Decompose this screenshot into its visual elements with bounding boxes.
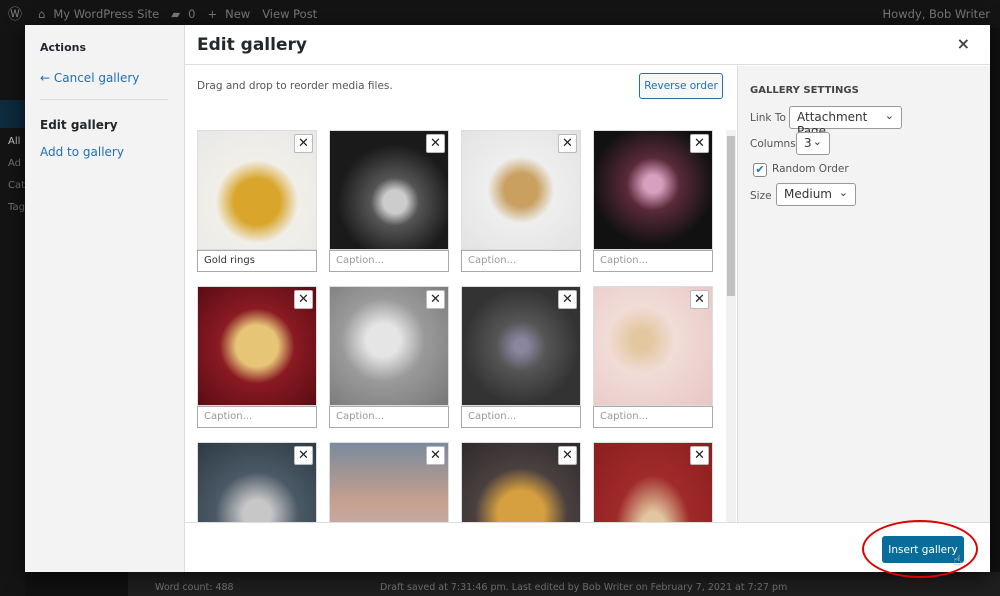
caption-input[interactable]: Caption... [461,250,581,272]
gallery-item[interactable]: ✕ Caption... [197,286,317,430]
link-to-select[interactable]: Attachment Page ⌄ [789,106,902,138]
random-order-label[interactable]: Random Order [772,163,849,175]
caption-input[interactable]: Gold rings [197,250,317,272]
remove-icon[interactable]: ✕ [690,290,709,309]
menu-separator [40,99,168,100]
caption-input[interactable]: Caption... [593,250,713,272]
menu-item[interactable]: Ad [8,158,21,169]
remove-icon[interactable]: ✕ [294,290,313,309]
gallery-item[interactable]: ✕ Gold rings [197,130,317,274]
view-post-link[interactable]: View Post [262,7,317,21]
gallery-item[interactable]: ✕ Caption... [329,286,449,430]
chevron-down-icon: ⌄ [884,109,894,122]
remove-icon[interactable]: ✕ [558,134,577,153]
gallery-item[interactable]: ✕ Caption... [329,442,449,522]
gallery-item[interactable]: ✕ Caption... [461,442,581,522]
caption-input[interactable]: Caption... [329,406,449,428]
comment-icon[interactable]: ▰ [171,7,180,21]
gallery-item[interactable]: ✕ Caption... [329,130,449,274]
menu-item[interactable]: Cat [8,180,25,191]
home-icon: ⌂ [38,7,46,21]
site-link[interactable]: My WordPress Site [53,7,159,21]
size-value: Medium [784,187,832,201]
gallery-item[interactable]: ✕ Caption... [593,286,713,430]
modal-menu: Actions ← Cancel gallery Edit gallery Ad… [25,25,185,572]
edit-gallery-menu-item[interactable]: Edit gallery [40,118,118,132]
page-title: Edit gallery [197,35,307,55]
caption-input[interactable]: Caption... [593,406,713,428]
remove-icon[interactable]: ✕ [690,134,709,153]
menu-item[interactable]: All [8,136,20,147]
highlight-ring [862,520,978,578]
admin-bar: Ⓦ ⌂ My WordPress Site ▰ 0 + New View Pos… [0,0,1000,28]
remove-icon[interactable]: ✕ [558,446,577,465]
gallery-item[interactable]: ✕ Caption... [197,442,317,522]
settings-heading: GALLERY SETTINGS [750,85,859,96]
actions-heading: Actions [40,41,86,54]
columns-value: 3 [804,136,812,150]
chevron-down-icon: ⌄ [812,135,822,148]
gallery-settings-panel: GALLERY SETTINGS Link To Attachment Page… [737,66,990,522]
size-label: Size [750,190,772,202]
remove-icon[interactable]: ✕ [294,446,313,465]
caption-input[interactable]: Caption... [197,406,317,428]
remove-icon[interactable]: ✕ [690,446,709,465]
remove-icon[interactable]: ✕ [558,290,577,309]
menu-item[interactable]: Tag [8,202,25,213]
hand-cursor-icon: ☝ [953,553,962,569]
wordpress-logo-icon[interactable]: Ⓦ [8,4,22,24]
modal-title-bar: Edit gallery × [185,25,990,65]
remove-icon[interactable]: ✕ [426,446,445,465]
add-to-gallery-link[interactable]: Add to gallery [40,145,124,159]
gallery-item[interactable]: ✕ Caption... [461,286,581,430]
caption-input[interactable]: Caption... [461,406,581,428]
cancel-gallery-link[interactable]: ← Cancel gallery [40,71,139,85]
remove-icon[interactable]: ✕ [426,290,445,309]
reorder-hint: Drag and drop to reorder media files. [197,80,393,92]
admin-menu: All Ad Cat Tag [0,28,25,596]
scrollbar[interactable] [726,130,736,523]
word-count: Word count: 488 [155,582,234,593]
random-order-checkbox[interactable]: ✔ [753,163,767,177]
remove-icon[interactable]: ✕ [294,134,313,153]
columns-label: Columns [750,138,796,150]
gallery-item[interactable]: ✕ Caption... [461,130,581,274]
comment-count[interactable]: 0 [188,7,195,21]
draft-status: Draft saved at 7:31:46 pm. Last edited b… [380,582,788,593]
posts-pin-icon[interactable] [0,100,25,128]
close-icon[interactable]: × [957,34,970,53]
caption-input[interactable]: Caption... [329,250,449,272]
columns-select[interactable]: 3 ⌄ [796,132,830,155]
edit-gallery-modal: Actions ← Cancel gallery Edit gallery Ad… [25,25,990,572]
howdy-user[interactable]: Howdy, Bob Writer [883,7,990,21]
chevron-down-icon: ⌄ [838,186,848,199]
plus-icon: + [207,7,218,21]
size-select[interactable]: Medium ⌄ [776,183,856,206]
link-to-label: Link To [750,112,786,124]
editor-status-bar: Word count: 488 Draft saved at 7:31:46 p… [128,572,1000,596]
gallery-item[interactable]: ✕ Caption... [593,442,713,522]
new-link[interactable]: New [225,7,250,21]
scrollbar-thumb[interactable] [727,136,735,296]
gallery-item[interactable]: ✕ Caption... [593,130,713,274]
reverse-order-button[interactable]: Reverse order [639,73,723,99]
gallery-content: Drag and drop to reorder media files. Re… [185,66,737,522]
remove-icon[interactable]: ✕ [426,134,445,153]
